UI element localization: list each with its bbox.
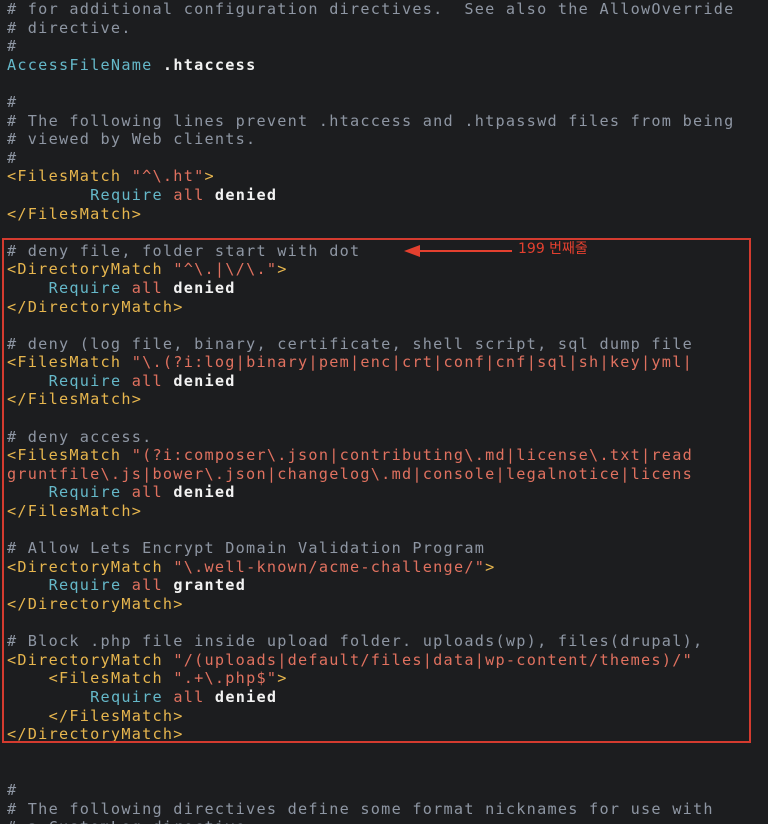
code-line: # The following lines prevent .htaccess … xyxy=(7,112,735,131)
code-token-tag: > xyxy=(204,167,215,186)
code-token-comment: # xyxy=(7,148,18,167)
code-line: # directive. xyxy=(7,19,735,38)
code-line: # The following directives define some f… xyxy=(7,800,735,819)
code-line: # viewed by Web clients. xyxy=(7,130,735,149)
code-token-comment: # xyxy=(7,92,18,111)
code-line: # xyxy=(7,93,735,112)
code-line: # xyxy=(7,781,735,800)
code-token-comment: # a CustomLog directive. xyxy=(7,818,256,824)
code-token-comment: # The following lines prevent .htaccess … xyxy=(7,111,735,130)
code-line: </FilesMatch> xyxy=(7,205,735,224)
code-line: AccessFileName .htaccess xyxy=(7,56,735,75)
code-line: # for additional configuration directive… xyxy=(7,0,735,19)
terminal-editor[interactable]: # for additional configuration directive… xyxy=(0,0,768,824)
code-token-all-keyword: all xyxy=(173,185,205,204)
code-token-comment: # directive. xyxy=(7,18,132,37)
code-token-value: denied xyxy=(214,185,278,204)
code-token-value: .htaccess xyxy=(162,55,257,74)
code-token-keyword: AccessFileName xyxy=(7,55,153,74)
code-token-tag: <FilesMatch xyxy=(7,167,132,186)
code-token-comment: # The following directives define some f… xyxy=(7,799,714,818)
code-line: Require all denied xyxy=(7,186,735,205)
line-number-annotation: 199 번째줄 xyxy=(518,241,588,257)
code-token-comment: # xyxy=(7,780,18,799)
highlight-box xyxy=(2,238,751,743)
code-token-string: "^\.ht" xyxy=(131,167,205,186)
code-line: <FilesMatch "^\.ht"> xyxy=(7,167,735,186)
code-line: # xyxy=(7,149,735,168)
code-token-tag: </FilesMatch> xyxy=(7,204,143,223)
code-token-comment: # xyxy=(7,37,18,56)
arrow-left-icon xyxy=(404,245,512,257)
code-token-comment: # viewed by Web clients. xyxy=(7,130,257,149)
code-token-keyword: Require xyxy=(90,185,163,204)
code-token-comment: # for additional configuration directive… xyxy=(7,0,735,18)
code-line: # xyxy=(7,37,735,56)
code-line: # a CustomLog directive. xyxy=(7,818,735,824)
